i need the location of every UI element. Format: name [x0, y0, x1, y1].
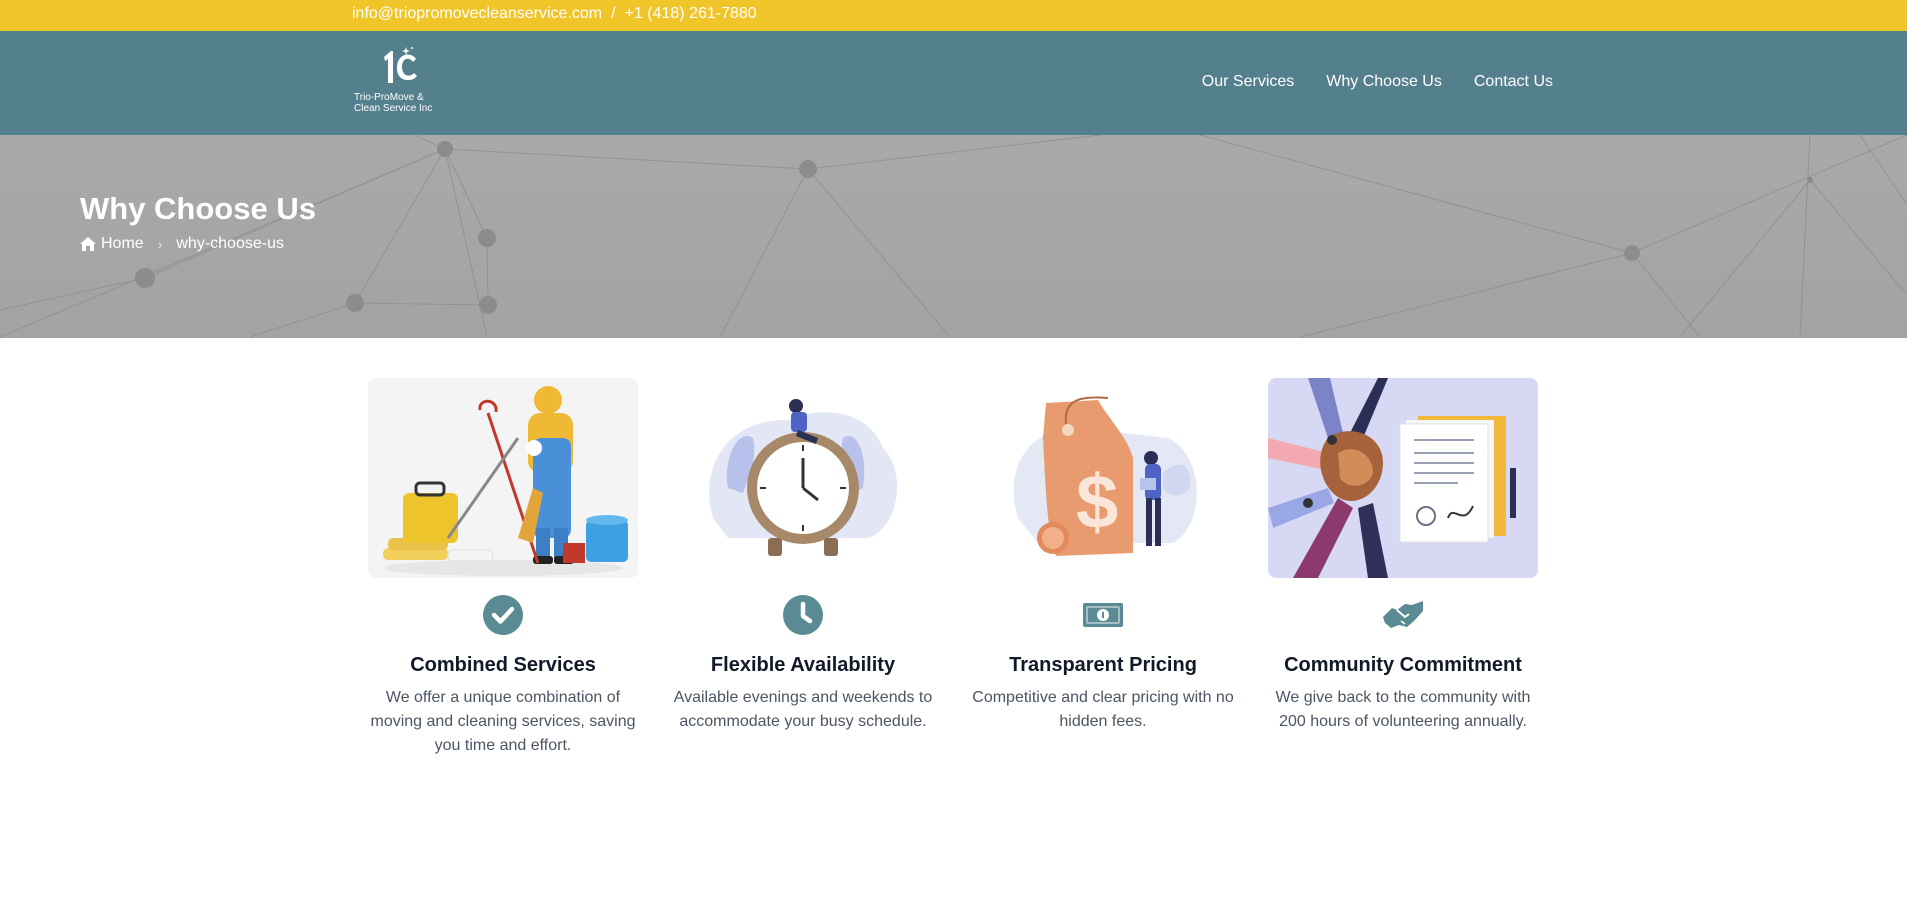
- feature-transparent-pricing: $ Transparent Pricing Competitive and cl…: [968, 378, 1238, 734]
- logo-mark-icon: [384, 47, 417, 83]
- logo-text: Trio-ProMove & Clean Service Inc: [354, 92, 444, 114]
- feature-image-pricing: $: [968, 378, 1238, 578]
- feature-description: We give back to the community with 200 h…: [1275, 689, 1531, 730]
- svg-text:$: $: [1076, 460, 1118, 545]
- handshake-icon: [1383, 595, 1423, 635]
- feature-description: We offer a unique combination of moving …: [370, 689, 636, 754]
- breadcrumb: Home › why-choose-us: [80, 235, 284, 253]
- home-icon: [80, 237, 96, 251]
- breadcrumb-home-label: Home: [101, 235, 144, 252]
- page-hero: Why Choose Us Home › why-choose-us: [0, 135, 1907, 338]
- email-link[interactable]: info@triopromovecleanservice.com: [352, 5, 602, 23]
- chevron-right-icon: ›: [157, 236, 163, 252]
- feature-image-cleaner: [368, 378, 638, 578]
- feature-title: Transparent Pricing: [1009, 654, 1197, 676]
- site-logo[interactable]: Trio-ProMove & Clean Service Inc: [354, 45, 444, 121]
- site-header: Trio-ProMove & Clean Service Inc Our Ser…: [0, 31, 1907, 135]
- network-background: [0, 135, 1907, 338]
- feature-title: Flexible Availability: [710, 654, 896, 676]
- nav-why-choose-us[interactable]: Why Choose Us: [1326, 73, 1442, 91]
- logo-line-2: Clean Service Inc: [354, 103, 433, 114]
- money-bill-icon: [1083, 595, 1123, 635]
- logo-line-1: Trio-ProMove &: [354, 92, 424, 103]
- feature-community-commitment: Community Commitment We give back to the…: [1268, 378, 1538, 734]
- page-title: Why Choose Us: [80, 191, 316, 226]
- nav-contact-us[interactable]: Contact Us: [1474, 73, 1553, 91]
- check-circle-icon: [483, 595, 523, 635]
- feature-flexible-availability: Flexible Availability Available evenings…: [668, 378, 938, 734]
- feature-combined-services: Combined Services We offer a unique comb…: [368, 378, 638, 758]
- contact-topbar: info@triopromovecleanservice.com / +1 (4…: [0, 0, 1907, 31]
- contact-separator: /: [611, 5, 616, 22]
- contact-info: info@triopromovecleanservice.com / +1 (4…: [352, 5, 757, 23]
- feature-description: Competitive and clear pricing with no hi…: [972, 689, 1234, 730]
- feature-description: Available evenings and weekends to accom…: [673, 689, 933, 730]
- feature-title: Combined Services: [410, 654, 596, 676]
- feature-image-hands: [1268, 378, 1538, 578]
- breadcrumb-current: why-choose-us: [176, 235, 284, 252]
- feature-title: Community Commitment: [1284, 654, 1522, 676]
- feature-image-clock: [668, 378, 938, 578]
- main-nav: Our Services Why Choose Us Contact Us: [1202, 73, 1553, 91]
- breadcrumb-home[interactable]: Home: [80, 235, 144, 253]
- phone-link[interactable]: +1 (418) 261-7880: [625, 5, 757, 23]
- clock-icon: [783, 595, 823, 635]
- nav-our-services[interactable]: Our Services: [1202, 73, 1294, 91]
